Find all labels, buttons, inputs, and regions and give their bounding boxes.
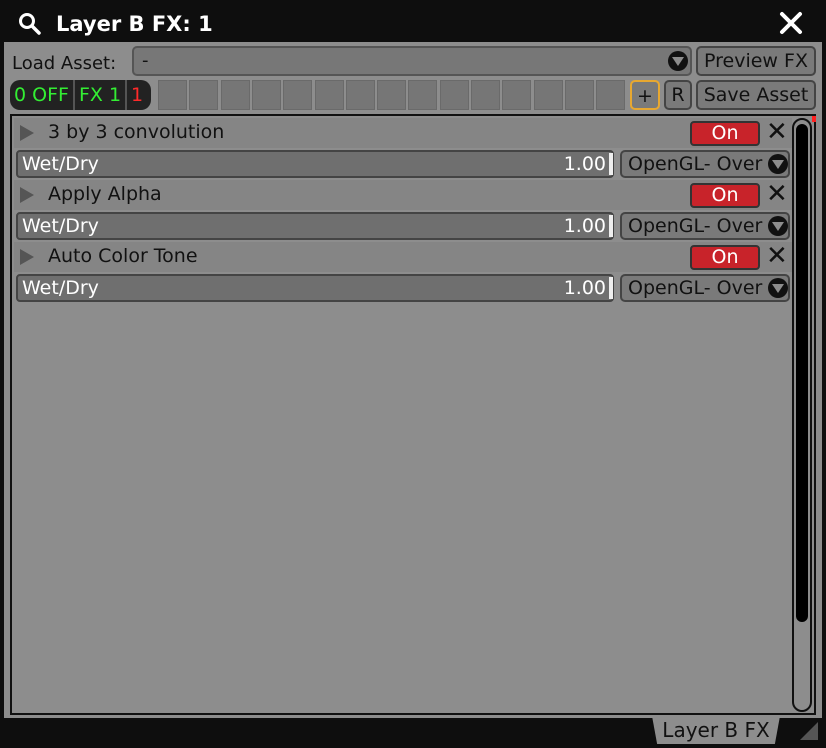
fx-slot[interactable] xyxy=(502,80,532,110)
wet-dry-slider[interactable]: Wet/Dry 1.00 xyxy=(16,212,614,240)
param-label: Wet/Dry xyxy=(22,153,99,175)
slider-handle[interactable] xyxy=(609,215,613,237)
off-count: 0 OFF xyxy=(10,80,75,110)
fx-slot[interactable] xyxy=(158,80,187,110)
slider-handle[interactable] xyxy=(609,277,613,299)
wet-dry-slider[interactable]: Wet/Dry 1.00 xyxy=(16,150,614,178)
blend-mode-dropdown[interactable]: OpenGL- Over xyxy=(620,150,790,178)
load-asset-dropdown[interactable]: - xyxy=(132,46,692,76)
fx-slot[interactable] xyxy=(251,80,281,110)
fx-slot[interactable] xyxy=(377,80,407,110)
wet-dry-slider[interactable]: Wet/Dry 1.00 xyxy=(16,274,614,302)
save-asset-button[interactable]: Save Asset xyxy=(696,80,816,110)
fx-slot[interactable] xyxy=(439,80,469,110)
fx-slot[interactable] xyxy=(283,80,313,110)
slider-handle[interactable] xyxy=(609,153,613,175)
fx-toggle-button[interactable]: On xyxy=(690,183,760,208)
resize-handle[interactable] xyxy=(800,722,818,740)
fx-slot[interactable] xyxy=(220,80,250,110)
remove-fx-icon[interactable]: ✕ xyxy=(766,118,788,146)
fx-slot[interactable] xyxy=(314,80,344,110)
remove-fx-icon[interactable]: ✕ xyxy=(766,242,788,270)
window-title: Layer B FX: 1 xyxy=(56,12,213,36)
param-label: Wet/Dry xyxy=(22,215,99,237)
fx-slot[interactable] xyxy=(345,80,375,110)
reset-button[interactable]: R xyxy=(664,80,692,110)
search-icon[interactable] xyxy=(18,12,42,36)
fx-count: FX 1 xyxy=(75,80,128,110)
fx-list: 3 by 3 convolution On ✕ Wet/Dry 1.00 Ope… xyxy=(10,114,816,715)
expand-triangle-icon[interactable] xyxy=(20,125,34,141)
param-value: 1.00 xyxy=(563,153,606,175)
asset-value: - xyxy=(142,50,149,71)
fx-toggle-button[interactable]: On xyxy=(690,245,760,270)
fx-slot[interactable] xyxy=(471,80,500,110)
chevron-down-icon xyxy=(668,51,688,71)
chevron-down-icon xyxy=(768,216,788,236)
chevron-down-icon xyxy=(768,278,788,298)
fx-slot[interactable] xyxy=(596,80,626,110)
load-asset-label: Load Asset: xyxy=(12,53,117,74)
scrollbar-thumb[interactable] xyxy=(796,124,808,622)
chevron-down-icon xyxy=(768,154,788,174)
param-value: 1.00 xyxy=(563,215,606,237)
tab-layer-b-fx[interactable]: Layer B FX xyxy=(652,716,780,744)
expand-triangle-icon[interactable] xyxy=(20,187,34,203)
blend-mode-value: OpenGL- Over xyxy=(628,277,763,299)
corner-marker xyxy=(812,116,816,122)
blend-mode-value: OpenGL- Over xyxy=(628,215,763,237)
fx-header: Auto Color Tone On ✕ xyxy=(14,242,792,272)
add-button[interactable]: + xyxy=(630,80,660,110)
active-count: 1 xyxy=(131,84,144,106)
expand-triangle-icon[interactable] xyxy=(20,249,34,265)
blend-mode-dropdown[interactable]: OpenGL- Over xyxy=(620,274,790,302)
blend-mode-dropdown[interactable]: OpenGL- Over xyxy=(620,212,790,240)
fx-slot[interactable] xyxy=(533,80,563,110)
remove-fx-icon[interactable]: ✕ xyxy=(766,180,788,208)
fx-slot[interactable] xyxy=(189,80,219,110)
param-label: Wet/Dry xyxy=(22,277,99,299)
fx-slot[interactable] xyxy=(564,80,594,110)
fx-name: Auto Color Tone xyxy=(48,245,198,267)
fx-header: 3 by 3 convolution On ✕ xyxy=(14,118,792,148)
fx-slot[interactable] xyxy=(408,80,438,110)
close-icon[interactable] xyxy=(778,10,804,36)
param-value: 1.00 xyxy=(563,277,606,299)
status-indicator: 0 OFF FX 1 1 xyxy=(10,80,152,110)
fx-header: Apply Alpha On ✕ xyxy=(14,180,792,210)
fx-name: 3 by 3 convolution xyxy=(48,121,225,143)
fx-name: Apply Alpha xyxy=(48,183,162,205)
fx-toggle-button[interactable]: On xyxy=(690,121,760,146)
preview-fx-button[interactable]: Preview FX xyxy=(696,46,816,76)
blend-mode-value: OpenGL- Over xyxy=(628,153,763,175)
